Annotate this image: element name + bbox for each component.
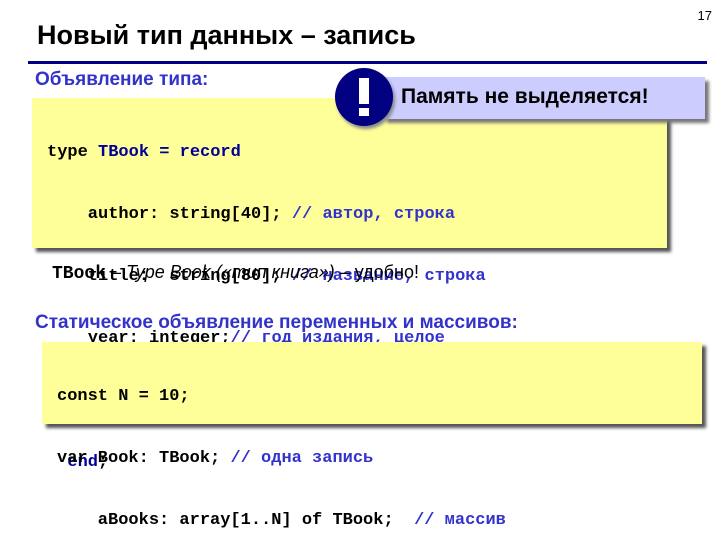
code-type-name: TBook = record [98, 143, 241, 162]
code-keyword: type [47, 143, 99, 162]
code-line: aBooks: array[1..N] of TBook; // массив [57, 509, 702, 533]
code-text: const N = 10; [57, 387, 190, 406]
code-comment: // одна запись [230, 449, 374, 468]
callout-memory-not-allocated: Память не выделяется! [383, 77, 705, 119]
exclamation-bar [359, 78, 369, 104]
callout-text: Память не выделяется! [401, 85, 649, 108]
code-text: aBooks: array[1..N] of TBook; [57, 511, 415, 530]
note-type-name: TBook [52, 264, 107, 284]
code-comment: // массив [414, 511, 506, 530]
code-line: const N = 10; [57, 385, 702, 409]
code-text: var Book: TBook; [57, 449, 231, 468]
note-rest: – удобно! [334, 262, 419, 282]
note-italic: Type Book («тип книга») [126, 262, 335, 282]
code-block-variables: const N = 10; var Book: TBook; // одна з… [42, 342, 702, 530]
note-dash: – [106, 262, 127, 282]
title-divider [28, 61, 707, 64]
code-line: author: string[40]; // автор, строка [47, 203, 667, 227]
code-text: author: string[40]; [47, 205, 292, 224]
code-comment: // автор, строка [291, 205, 456, 224]
code-line: type TBook = record [47, 141, 667, 165]
section-heading-static-declaration: Статическое объявление переменных и масс… [35, 312, 518, 333]
section-heading-type-declaration: Объявление типа: [35, 69, 209, 90]
exclamation-icon [335, 68, 393, 126]
exclamation-dot [359, 108, 369, 116]
code-line: var Book: TBook; // одна запись [57, 447, 702, 471]
slide-title: Новый тип данных – запись [37, 20, 416, 50]
tbook-note: TBook – Type Book («тип книга») – удобно… [52, 262, 419, 284]
page-number: 17 [697, 8, 712, 23]
